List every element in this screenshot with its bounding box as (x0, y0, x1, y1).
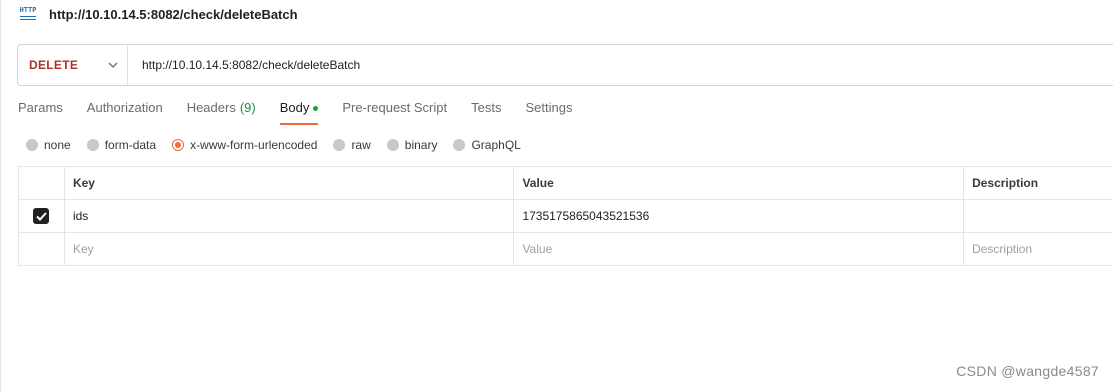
radio-label: GraphQL (471, 138, 521, 152)
tab-body[interactable]: Body (279, 100, 319, 125)
placeholder-description[interactable]: Description (963, 232, 1113, 266)
placeholder-checkbox-cell (18, 232, 65, 266)
watermark: CSDN @wangde4587 (956, 363, 1099, 379)
radio-raw[interactable]: raw (333, 138, 371, 152)
method-label: DELETE (29, 58, 79, 72)
tab-authorization[interactable]: Authorization (87, 100, 163, 125)
radio-circle (453, 139, 466, 151)
header-description: Description (963, 166, 1113, 200)
checkmark-icon (36, 211, 47, 221)
url-bar: DELETE http://10.10.14.5:8082/check/dele… (17, 44, 1113, 86)
url-input[interactable]: http://10.10.14.5:8082/check/deleteBatch (128, 58, 360, 72)
table-row: ids 1735175865043521536 (18, 199, 1113, 233)
radio-label: raw (351, 138, 371, 152)
tab-label: Params (18, 100, 63, 115)
radio-circle (86, 139, 99, 151)
headers-count: (9) (239, 100, 256, 115)
row-key[interactable]: ids (63, 199, 515, 233)
tab-pre-request-script[interactable]: Pre-request Script (342, 100, 447, 125)
radio-form-data[interactable]: form-data (86, 138, 157, 152)
request-title[interactable]: http://10.10.14.5:8082/check/deleteBatch (49, 7, 298, 22)
tab-label: Pre-request Script (342, 100, 448, 115)
header-key: Key (63, 166, 515, 200)
key-value-table: Key Value Description ids 17351758650435… (18, 166, 1113, 266)
tab-headers[interactable]: Headers (9) (187, 100, 256, 125)
radio-graphql[interactable]: GraphQL (453, 138, 521, 152)
radio-circle-selected (172, 139, 185, 151)
header-value: Value (513, 166, 965, 200)
tab-label: Body (279, 100, 310, 115)
tab-label: Settings (525, 100, 573, 115)
table-header-row: Key Value Description (18, 166, 1113, 200)
radio-label: binary (404, 138, 438, 152)
header-checkbox-cell (18, 166, 65, 200)
radio-label: x-www-form-urlencoded (190, 138, 318, 152)
table-row-placeholder: Key Value Description (18, 232, 1113, 266)
radio-label: form-data (104, 138, 157, 152)
radio-circle (333, 139, 346, 151)
tab-settings[interactable]: Settings (525, 100, 572, 125)
tab-params[interactable]: Params (18, 100, 63, 125)
chevron-down-icon (108, 62, 118, 68)
request-tabs: Params Authorization Headers (9) Body Pre… (18, 100, 572, 126)
http-icon: HTTP (17, 4, 39, 24)
postman-request-panel: HTTP http://10.10.14.5:8082/check/delete… (0, 0, 1113, 391)
radio-none[interactable]: none (26, 138, 71, 152)
tab-label: Tests (471, 100, 502, 115)
radio-circle (386, 139, 399, 151)
placeholder-key[interactable]: Key (63, 232, 515, 266)
row-value[interactable]: 1735175865043521536 (513, 199, 965, 233)
row-checkbox[interactable] (33, 208, 50, 224)
body-type-radios: none form-data x-www-form-urlencoded raw… (26, 137, 521, 153)
tab-label: Headers (186, 100, 236, 115)
tab-label: Authorization (86, 100, 163, 115)
request-title-row: HTTP http://10.10.14.5:8082/check/delete… (17, 3, 298, 25)
placeholder-value[interactable]: Value (513, 232, 965, 266)
body-active-dot (313, 106, 319, 111)
radio-label: none (44, 138, 71, 152)
radio-binary[interactable]: binary (386, 138, 438, 152)
tab-tests[interactable]: Tests (471, 100, 501, 125)
method-select[interactable]: DELETE (18, 45, 128, 85)
radio-x-www-form-urlencoded[interactable]: x-www-form-urlencoded (172, 138, 317, 152)
http-badge-text: HTTP (19, 7, 37, 15)
row-checkbox-cell (18, 199, 65, 233)
radio-circle (26, 139, 38, 151)
row-description[interactable] (963, 199, 1113, 233)
